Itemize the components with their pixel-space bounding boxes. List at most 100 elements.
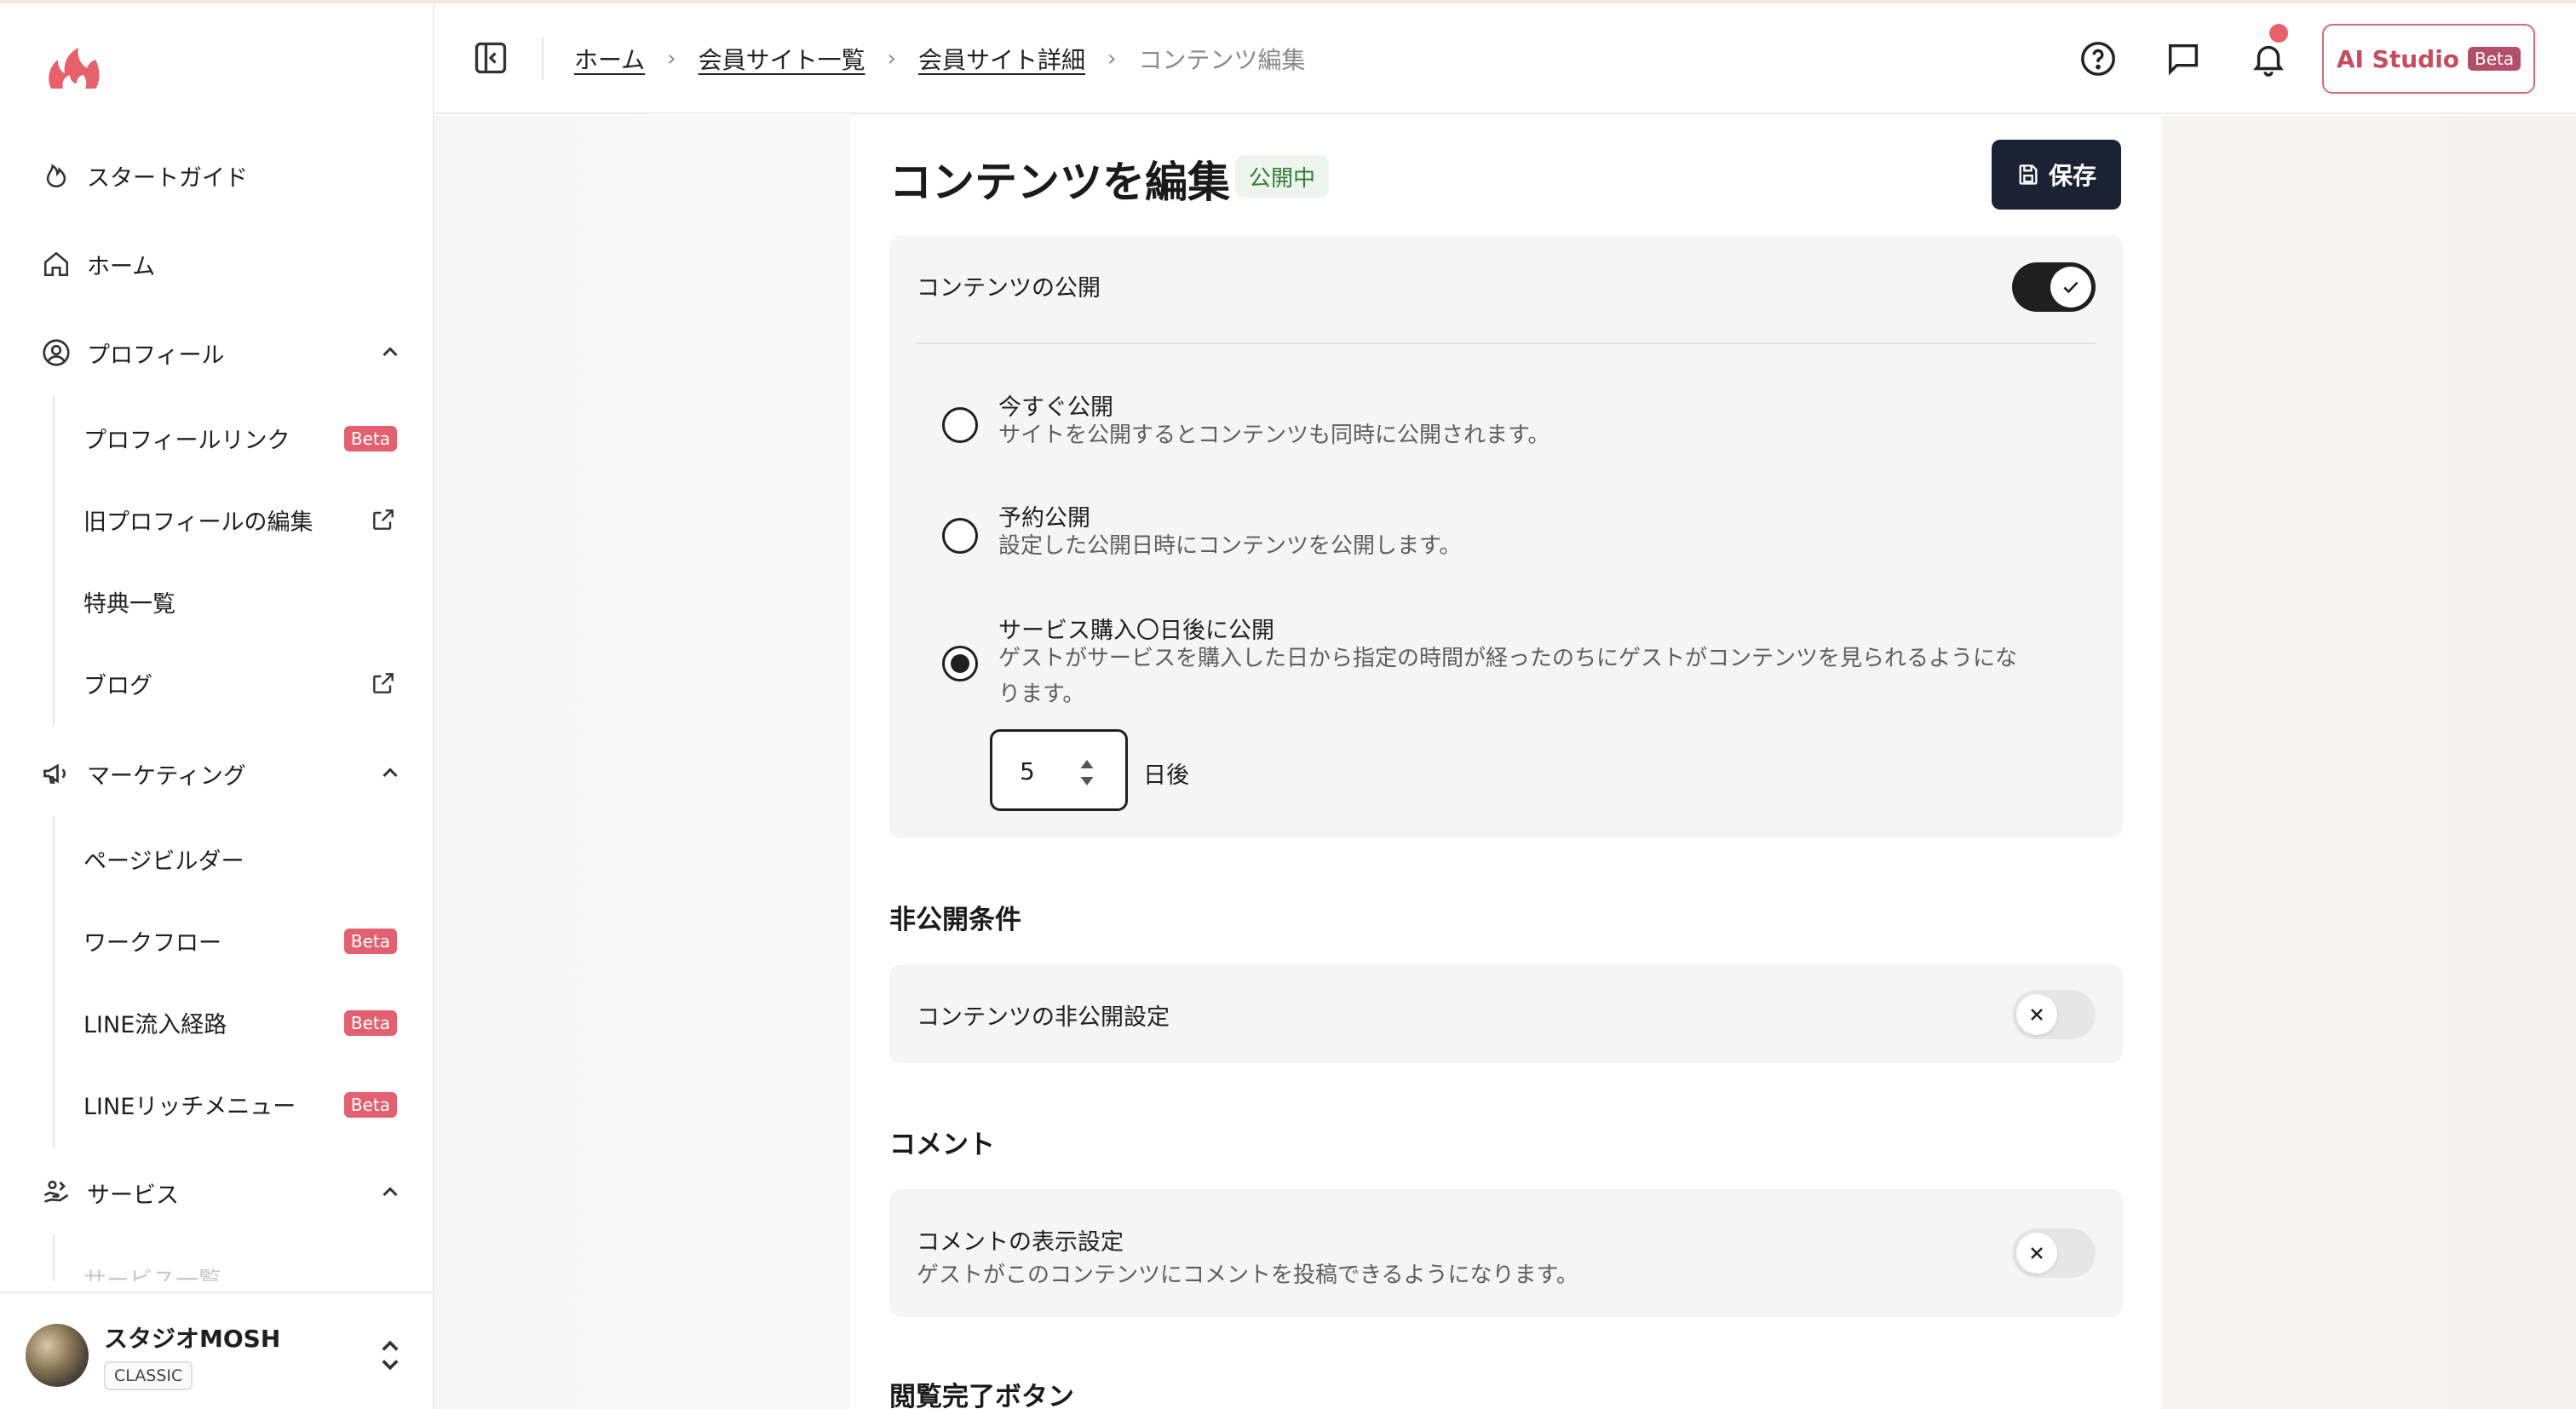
sidebar-item-label: サービス一覧 (83, 1267, 221, 1282)
breadcrumb-current: コンテンツ編集 (1138, 46, 1306, 74)
breadcrumb: ホーム › 会員サイト一覧 › 会員サイト詳細 › コンテンツ編集 (574, 41, 1305, 77)
sidebar-item-page-builder[interactable]: ページビルダー (83, 833, 397, 884)
brand-logo-icon[interactable] (44, 44, 104, 95)
header-divider (542, 37, 543, 80)
save-icon (2019, 164, 2038, 185)
page-title: コンテンツを編集 (889, 158, 1230, 207)
status-badge: 公開中 (1235, 155, 1330, 198)
chevron-up-icon[interactable] (375, 337, 405, 368)
beta-badge: Beta (343, 929, 397, 954)
account-switcher[interactable]: スタジオMOSH CLASSIC (0, 1291, 433, 1409)
external-link-icon (373, 673, 394, 693)
sidebar-item-label: スタートガイド (87, 164, 248, 192)
chevron-right-icon: › (1107, 46, 1117, 72)
scheduled-publish-radio[interactable] (942, 518, 978, 554)
ai-studio-label: AI Studio (2336, 44, 2460, 73)
sidebar-item-label: ワークフロー (83, 929, 221, 957)
card-divider (917, 342, 2096, 344)
save-button[interactable]: 保存 (1992, 140, 2121, 210)
number-stepper-icon[interactable] (1074, 756, 1100, 790)
sidebar-item-label: 旧プロフィールの編集 (83, 509, 313, 536)
check-icon (2050, 267, 2091, 308)
scheduled-publish-description: 設定した公開日時にコンテンツを公開します。 (998, 533, 1462, 559)
publish-settings-card: コンテンツの公開 今すぐ公開 サイトを公開するとコンテンツも同時に公開されます。… (889, 235, 2123, 838)
submenu-guide-line (53, 1235, 55, 1281)
user-circle-icon (39, 336, 73, 370)
hand-icon (39, 1176, 73, 1210)
sidebar-item-profile-link[interactable]: プロフィールリンク Beta (83, 412, 397, 463)
bell-icon[interactable] (2249, 39, 2288, 78)
sidebar-item-label: LINE流入経路 (83, 1011, 227, 1038)
chevron-up-icon[interactable] (375, 758, 405, 789)
account-name: スタジオMOSH (104, 1325, 281, 1353)
beta-badge: Beta (343, 1092, 397, 1118)
sidebar-item-label: LINEリッチメニュー (83, 1093, 296, 1120)
breadcrumb-home[interactable]: ホーム (574, 42, 645, 76)
sidebar-item-start-guide[interactable]: スタートガイド (39, 150, 405, 201)
ai-studio-button[interactable]: AI Studio Beta (2322, 24, 2535, 94)
sidebar-item-label: サービス (87, 1182, 179, 1209)
after-purchase-publish-radio[interactable] (942, 646, 978, 681)
close-icon (2016, 994, 2057, 1035)
publish-now-description: サイトを公開するとコンテンツも同時に公開されます。 (998, 423, 1550, 448)
days-after-input[interactable]: 5 (990, 729, 1128, 811)
breadcrumb-member-sites[interactable]: 会員サイト一覧 (699, 42, 865, 76)
external-link-icon (373, 509, 394, 530)
sidebar-item-label: マーケティング (87, 762, 246, 790)
sidebar-item-service[interactable]: サービス (39, 1167, 405, 1218)
sidebar-item-label: 特典一覧 (83, 590, 175, 618)
beta-badge: Beta (2468, 47, 2521, 71)
comment-toggle-label: コメントの表示設定 (917, 1229, 1124, 1256)
sidebar-item-label: プロフィールリンク (83, 427, 290, 454)
publish-toggle[interactable] (2012, 262, 2096, 312)
sidebar-item-service-list[interactable]: サービス一覧 (83, 1252, 397, 1282)
chevron-up-icon[interactable] (375, 1177, 405, 1208)
comment-section-title: コメント (889, 1130, 995, 1160)
publish-now-radio[interactable] (942, 407, 978, 443)
notification-dot (2269, 24, 2288, 43)
publish-toggle-label: コンテンツの公開 (917, 275, 1101, 302)
days-after-suffix: 日後 (1143, 762, 1189, 789)
unpublish-toggle-label: コンテンツの非公開設定 (917, 1004, 1170, 1031)
chevron-right-icon: › (667, 46, 676, 72)
sidebar-item-benefits[interactable]: 特典一覧 (83, 576, 397, 627)
top-header: ホーム › 会員サイト一覧 › 会員サイト詳細 › コンテンツ編集 AI Stu… (434, 3, 2576, 114)
beta-badge: Beta (343, 426, 397, 451)
sidebar-item-label: ブログ (83, 672, 152, 699)
plan-badge: CLASSIC (104, 1361, 193, 1390)
days-after-value: 5 (1020, 757, 1035, 785)
help-icon[interactable] (2079, 39, 2118, 78)
beta-badge: Beta (343, 1010, 397, 1036)
sidebar-item-marketing[interactable]: マーケティング (39, 748, 405, 799)
avatar (26, 1324, 89, 1387)
unpublish-toggle[interactable] (2012, 990, 2096, 1039)
flame-icon (39, 158, 73, 193)
sidebar-item-profile[interactable]: プロフィール (39, 327, 405, 378)
sidebar-item-old-profile-edit[interactable]: 旧プロフィールの編集 (83, 494, 397, 545)
chat-icon[interactable] (2164, 39, 2203, 78)
submenu-guide-line (53, 816, 55, 1148)
unpublish-settings-card: コンテンツの非公開設定 (889, 964, 2123, 1063)
comment-settings-card: コメントの表示設定 ゲストがこのコンテンツにコメントを投稿できるようになります。 (889, 1189, 2123, 1317)
sidebar-item-label: ホーム (87, 253, 156, 280)
completion-section-title: 閲覧完了ボタン (889, 1382, 1074, 1409)
comment-toggle[interactable] (2012, 1228, 2096, 1278)
sidebar-item-workflow[interactable]: ワークフロー Beta (83, 915, 397, 966)
content-editor: コンテンツを編集 公開中 保存 コンテンツの公開 今すぐ公開 サイトを公開すると… (850, 116, 2162, 1409)
save-label: 保存 (2048, 162, 2096, 190)
chevron-up-down-icon[interactable] (373, 1336, 407, 1375)
sidebar-nav: スタートガイド ホーム プロフィール プロフィールリンク Beta 旧プロフィー… (0, 3, 434, 1281)
sidebar-collapse-icon[interactable] (472, 39, 509, 77)
sidebar-item-label: ページビルダー (83, 848, 244, 875)
sidebar-item-blog[interactable]: ブログ (83, 658, 397, 709)
sidebar-item-home[interactable]: ホーム (39, 239, 405, 290)
sidebar-item-line-inflow[interactable]: LINE流入経路 Beta (83, 997, 397, 1048)
after-purchase-publish-description: ゲストがサービスを購入した日から指定の時間が経ったのちにゲストがコンテンツを見ら… (998, 646, 2018, 707)
sidebar-item-label: プロフィール (87, 342, 225, 369)
megaphone-icon (39, 756, 73, 791)
sidebar-item-line-rich-menu[interactable]: LINEリッチメニュー Beta (83, 1078, 397, 1130)
home-icon (39, 247, 73, 281)
breadcrumb-member-site-detail[interactable]: 会員サイト詳細 (918, 42, 1085, 76)
close-icon (2016, 1233, 2057, 1274)
unpublish-section-title: 非公開条件 (889, 905, 1021, 935)
